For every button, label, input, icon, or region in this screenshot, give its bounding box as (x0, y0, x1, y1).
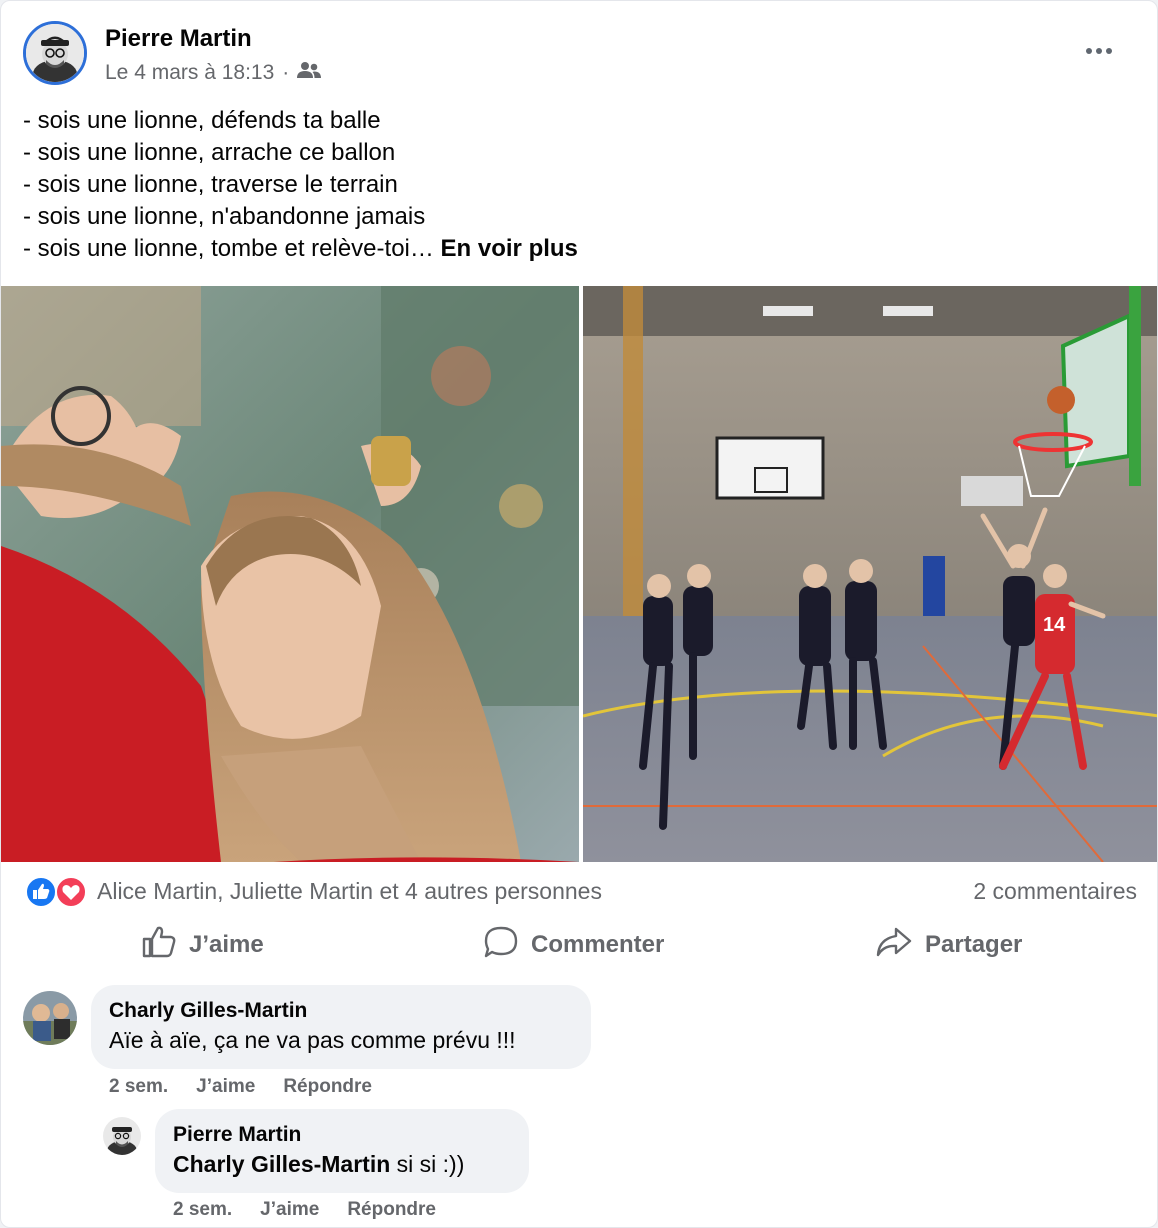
post-actions: J’aime Commenter Partager (1, 921, 1157, 969)
photo-basketball-game[interactable]: 14 (583, 286, 1157, 862)
thumbs-up-icon (141, 925, 177, 966)
photo-hair-braiding[interactable] (1, 286, 579, 862)
post-line: - sois une lionne, arrache ce ballon (23, 139, 396, 166)
mention-tag[interactable]: Charly Gilles-Martin (173, 1151, 390, 1177)
post-meta: Le 4 mars à 18:13 · (105, 61, 322, 85)
love-icon (55, 876, 87, 908)
share-button[interactable]: Partager (875, 921, 1022, 969)
post-line: - sois une lionne, n'abandonne jamais (23, 203, 426, 230)
author-avatar[interactable] (23, 21, 87, 85)
post-card: Pierre Martin Le 4 mars à 18:13 · - sois… (0, 0, 1158, 1228)
reactions-bar: Alice Martin, Juliette Martin et 4 autre… (25, 873, 1137, 909)
post-line: - sois une lionne, traverse le terrain (23, 171, 398, 198)
comment-author[interactable]: Charly Gilles-Martin (109, 999, 573, 1023)
reply-author[interactable]: Pierre Martin (173, 1123, 511, 1147)
comment-button[interactable]: Commenter (483, 921, 664, 969)
reply-text-line: Charly Gilles-Martin si si :)) (173, 1151, 511, 1178)
share-arrow-icon (875, 925, 913, 966)
commenter-avatar[interactable] (23, 991, 77, 1045)
reply-actions: 2 sem. J’aime Répondre (173, 1199, 436, 1221)
post-line: - sois une lionne, défends ta balle (23, 107, 381, 134)
comment-reply-button[interactable]: Répondre (283, 1076, 372, 1098)
comment-actions: 2 sem. J’aime Répondre (109, 1076, 372, 1098)
like-label: J’aime (189, 931, 264, 958)
comment-like-button[interactable]: J’aime (196, 1076, 255, 1098)
reply-author-avatar[interactable] (103, 1117, 141, 1155)
friends-icon[interactable] (297, 61, 322, 85)
reply-reply-button[interactable]: Répondre (347, 1199, 436, 1221)
reaction-summary[interactable]: Alice Martin, Juliette Martin et 4 autre… (97, 878, 602, 905)
more-options-icon[interactable] (1079, 39, 1119, 63)
comment-bubble: Charly Gilles-Martin Aïe à aïe, ça ne va… (91, 985, 591, 1069)
reply-text: si si :)) (396, 1151, 465, 1177)
comment-text: Aïe à aïe, ça ne va pas comme prévu !!! (109, 1027, 516, 1053)
meta-separator: · (282, 61, 290, 84)
share-label: Partager (925, 931, 1023, 958)
like-icon (25, 876, 57, 908)
comment-time[interactable]: 2 sem. (109, 1076, 168, 1098)
reply-time[interactable]: 2 sem. (173, 1199, 232, 1221)
reply-like-button[interactable]: J’aime (260, 1199, 319, 1221)
post-header: Pierre Martin Le 4 mars à 18:13 · (23, 21, 1137, 91)
comment-label: Commenter (531, 931, 665, 958)
svg-text:14: 14 (1043, 614, 1066, 636)
post-text: - sois une lionne, défends ta balle - so… (23, 105, 578, 265)
post-line: - sois une lionne, tombe et relève-toi… (23, 235, 434, 262)
photo-grid: 14 (1, 286, 1157, 862)
like-button[interactable]: J’aime (141, 921, 264, 969)
comment-bubble-icon (483, 925, 519, 966)
comment-count[interactable]: 2 commentaires (973, 878, 1137, 905)
author-name[interactable]: Pierre Martin (105, 25, 252, 53)
post-date[interactable]: Le 4 mars à 18:13 (105, 61, 274, 85)
see-more-link[interactable]: En voir plus (441, 235, 578, 262)
post-line-last: - sois une lionne, tombe et relève-toi… … (23, 233, 578, 265)
reply-bubble: Pierre Martin Charly Gilles-Martin si si… (155, 1109, 529, 1193)
reaction-icons[interactable] (25, 876, 89, 908)
